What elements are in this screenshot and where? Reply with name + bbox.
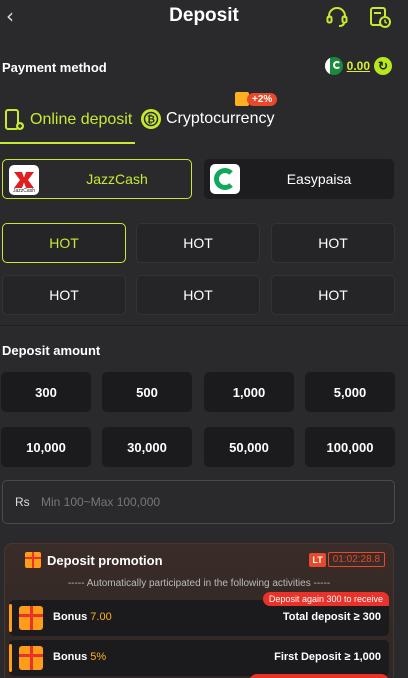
mobile-deposit-icon (5, 109, 24, 130)
amount-option[interactable]: 5,000 (305, 372, 395, 412)
bonus-label: Bonus 5% (53, 651, 107, 663)
tab-online-deposit[interactable]: Online deposit (2, 108, 132, 132)
easypaisa-method[interactable]: Easypaisa (204, 159, 394, 199)
jazzcash-label: JazzCash (86, 171, 148, 187)
amount-option[interactable]: 1,000 (204, 372, 294, 412)
channel-option[interactable]: HOT (136, 223, 260, 263)
customer-service-icon[interactable] (325, 5, 349, 29)
bonus-condition: First Deposit ≥ 1,000 (274, 651, 381, 663)
header: ‹ Deposit (0, 0, 408, 34)
bonus-value: 5% (90, 651, 107, 663)
jazzcash-method[interactable]: JazzCash JazzCash (2, 159, 192, 199)
amount-input[interactable] (41, 481, 381, 523)
gift-icon (19, 646, 43, 670)
bonus-condition: Total deposit ≥ 300 (282, 611, 381, 623)
amount-option[interactable]: 30,000 (102, 427, 192, 467)
amount-option[interactable]: 50,000 (204, 427, 294, 467)
promotion-timer: LT 01:02:28.8 (309, 552, 385, 567)
gift-icon (19, 606, 43, 630)
promotion-subtitle: ----- Automatically participated in the … (67, 578, 331, 589)
bonus-label: Bonus 7.00 (53, 611, 112, 623)
svg-text:₿: ₿ (147, 114, 155, 126)
deposit-history-icon[interactable] (368, 5, 392, 29)
timer-tag: LT (309, 552, 326, 567)
amount-option[interactable]: 10,000 (1, 427, 91, 467)
tab-cryptocurrency[interactable]: ₿ Cryptocurrency (140, 108, 274, 130)
deposit-promotion-card: Deposit promotion LT 01:02:28.8 ----- Au… (4, 543, 394, 678)
bonus-value: 7.00 (90, 611, 112, 623)
bonus-row: Bonus 7.00 Total deposit ≥ 300 Deposit a… (9, 592, 389, 636)
channel-option[interactable]: HOT (2, 223, 126, 263)
crypto-bonus-badge: +2% (235, 92, 278, 106)
jazzcash-logo-icon: JazzCash (9, 165, 39, 195)
deposit-again-tag: Deposit again 300 to receive (262, 592, 389, 606)
amount-option[interactable]: 100,000 (305, 427, 395, 467)
channel-option[interactable]: HOT (271, 275, 395, 315)
gift-icon (25, 552, 41, 568)
easypaisa-logo-icon (210, 164, 240, 194)
channel-option[interactable]: HOT (136, 275, 260, 315)
bonus-tag (249, 674, 389, 678)
crypto-coin-icon: ₿ (141, 109, 161, 129)
tab-crypto-label: Cryptocurrency (166, 110, 275, 127)
amount-option[interactable]: 500 (102, 372, 192, 412)
channel-option[interactable]: HOT (271, 223, 395, 263)
balance: 0.00 ↻ (324, 57, 392, 75)
crypto-bonus-percent: +2% (247, 92, 278, 106)
promotion-header: Deposit promotion (25, 552, 163, 568)
pakistan-flag-icon (324, 57, 343, 75)
channel-option[interactable]: HOT (2, 275, 126, 315)
deposit-amount-label: Deposit amount (2, 343, 101, 358)
currency-prefix: Rs (15, 495, 30, 509)
amount-input-box: Rs (2, 480, 395, 524)
tab-online-label: Online deposit (30, 111, 133, 128)
easypaisa-label: Easypaisa (286, 171, 352, 187)
promotion-title: Deposit promotion (47, 552, 163, 568)
amount-option[interactable]: 300 (1, 372, 91, 412)
refresh-icon[interactable]: ↻ (374, 57, 392, 75)
bonus-row: Bonus 5% First Deposit ≥ 1,000 (9, 640, 389, 678)
divider (0, 325, 408, 326)
balance-value: 0.00 (346, 59, 370, 73)
payment-method-label: Payment method (2, 60, 107, 75)
timer-value: 01:02:28.8 (327, 552, 385, 567)
tab-active-indicator (0, 142, 135, 144)
